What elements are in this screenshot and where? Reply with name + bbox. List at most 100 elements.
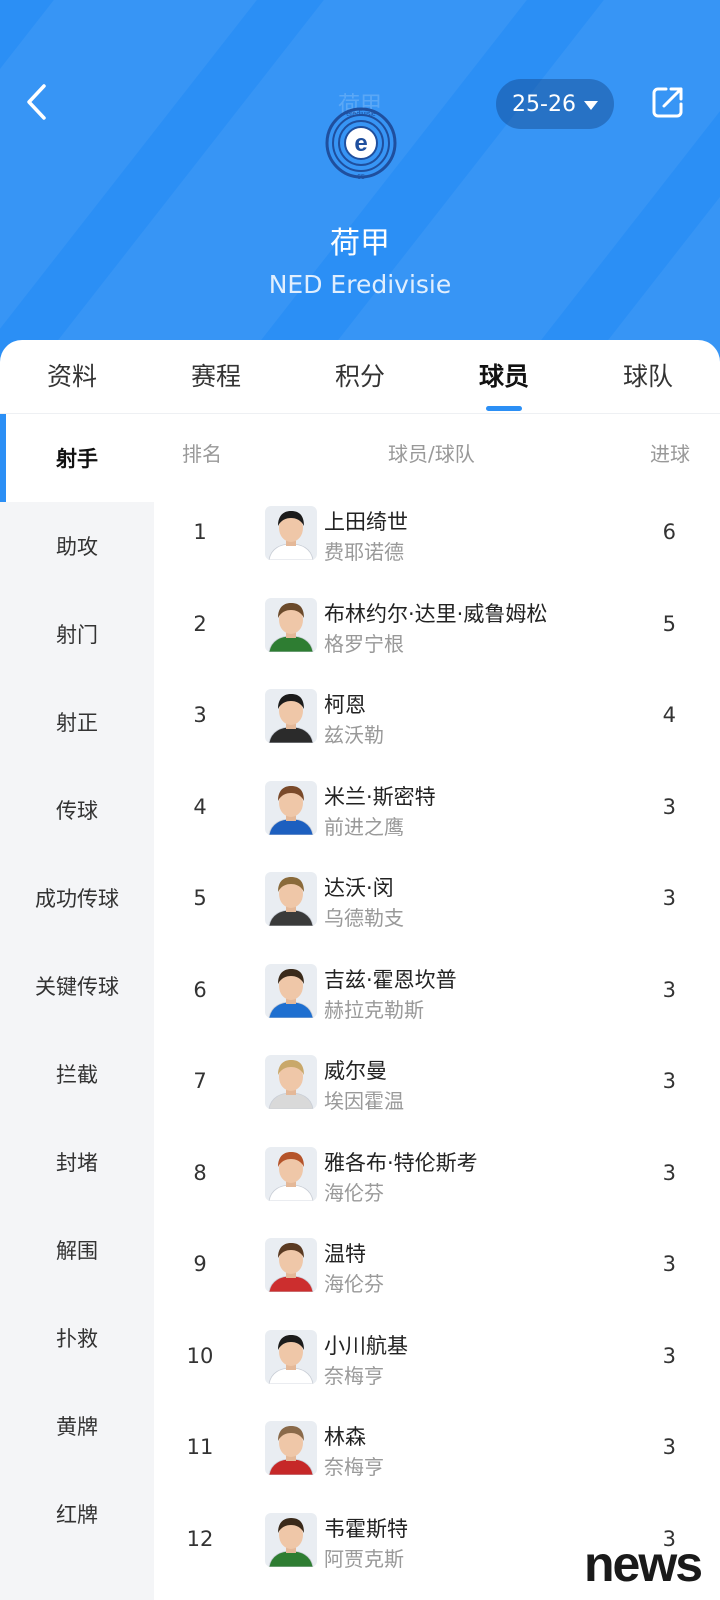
goals-count: 3 [662, 1160, 676, 1185]
column-goals: 进球 [650, 442, 690, 466]
player-headshot-icon [268, 694, 314, 743]
eredivisie-logo: e eredivisie 65 [325, 107, 397, 181]
share-button[interactable] [646, 80, 690, 124]
team-name: 海伦芬 [324, 1180, 384, 1205]
rank: 9 [193, 1252, 207, 1276]
team-name: 埃因霍温 [324, 1089, 404, 1113]
player-avatar [265, 872, 317, 926]
team-name: 奈梅亨 [324, 1363, 384, 1388]
svg-text:eredivisie: eredivisie [346, 111, 376, 118]
player-headshot-icon [268, 1334, 314, 1384]
player-headshot-icon [268, 877, 314, 926]
player-name: 林森 [324, 1425, 366, 1449]
goals-count: 5 [662, 611, 676, 636]
category-yellow-cards[interactable]: 黄牌 [0, 1382, 154, 1470]
player-name: 米兰·斯密特 [324, 784, 436, 809]
player-avatar [265, 1146, 317, 1201]
rank: 7 [193, 1069, 207, 1093]
player-name: 韦霍斯特 [324, 1516, 408, 1541]
tab-standings[interactable]: 积分 [288, 340, 432, 413]
player-name: 上田绮世 [324, 510, 408, 534]
player-row[interactable]: 8 雅各布·特伦斯考 海伦芬 3 [154, 1129, 720, 1221]
player-row[interactable]: 11 林森 奈梅亨 3 [154, 1403, 720, 1495]
team-name: 乌德勒支 [324, 906, 404, 930]
category-goals[interactable]: 射手 [0, 414, 154, 502]
player-row[interactable]: 4 米兰·斯密特 前进之鹰 3 [154, 763, 720, 855]
player-avatar [265, 1329, 317, 1384]
rank: 2 [193, 611, 207, 636]
player-headshot-icon [268, 511, 314, 560]
player-row[interactable]: 7 威尔曼 埃因霍温 3 [154, 1037, 720, 1129]
player-name: 雅各布·特伦斯考 [324, 1150, 478, 1175]
player-avatar [265, 1512, 317, 1567]
rank: 8 [193, 1160, 207, 1185]
news-watermark: news [584, 1536, 703, 1592]
category-assists[interactable]: 助攻 [0, 502, 154, 590]
goals-count: 6 [662, 520, 676, 544]
player-row[interactable]: 9 温特 海伦芬 3 [154, 1220, 720, 1312]
category-interceptions[interactable]: 拦截 [0, 1030, 154, 1118]
player-row[interactable]: 6 吉兹·霍恩坎普 赫拉克勒斯 3 [154, 946, 720, 1038]
tab-players[interactable]: 球员 [432, 340, 576, 413]
player-row[interactable]: 1 上田绮世 费耶诺德 6 [154, 488, 720, 580]
player-row[interactable]: 5 达沃·闵 乌德勒支 3 [154, 854, 720, 946]
category-saves[interactable]: 扑救 [0, 1294, 154, 1382]
player-headshot-icon [268, 1060, 314, 1109]
player-avatar [265, 780, 317, 835]
category-shots[interactable]: 射门 [0, 590, 154, 678]
player-avatar [265, 1421, 317, 1475]
rank: 1 [193, 520, 207, 544]
share-icon [652, 87, 683, 118]
team-name: 兹沃勒 [324, 723, 384, 747]
league-name-en: NED Eredivisie [268, 270, 452, 299]
category-clearances[interactable]: 解围 [0, 1206, 154, 1294]
player-headshot-icon [268, 1517, 314, 1567]
stat-category-list: 射手 助攻 射门 射正 传球 成功传球 关键传球 拦截 封堵 解围 扑救 黄牌 … [0, 414, 154, 1600]
team-name: 格罗宁根 [324, 631, 404, 656]
category-blocks[interactable]: 封堵 [0, 1118, 154, 1206]
goals-count: 3 [662, 886, 676, 910]
tab-schedule[interactable]: 赛程 [144, 340, 288, 413]
goals-count: 3 [662, 1252, 676, 1276]
tab-bar: 资料 赛程 积分 球员 球队 [0, 340, 720, 414]
svg-text:65: 65 [357, 174, 365, 181]
category-red-cards[interactable]: 红牌 [0, 1470, 154, 1558]
rank: 11 [186, 1435, 214, 1459]
player-name: 布林约尔·达里·威鲁姆松 [324, 601, 548, 626]
player-row[interactable]: 2 布林约尔·达里·威鲁姆松 格罗宁根 5 [154, 580, 720, 672]
player-headshot-icon [268, 968, 314, 1018]
player-name: 小川航基 [324, 1333, 408, 1358]
category-key-passes[interactable]: 关键传球 [0, 942, 154, 1030]
column-player-team: 球员/球队 [388, 442, 475, 466]
tab-teams[interactable]: 球队 [576, 340, 720, 413]
player-row[interactable]: 3 柯恩 兹沃勒 4 [154, 671, 720, 763]
rank: 10 [186, 1343, 214, 1368]
goals-count: 3 [662, 794, 676, 819]
player-avatar [265, 506, 317, 560]
season-selector[interactable]: 25-26 [496, 79, 614, 129]
team-name: 奈梅亨 [324, 1455, 384, 1479]
tab-info[interactable]: 资料 [0, 340, 144, 413]
player-avatar [265, 1238, 317, 1292]
player-name: 威尔曼 [324, 1059, 387, 1083]
category-passes[interactable]: 传球 [0, 766, 154, 854]
player-avatar [265, 963, 317, 1018]
table-header: 排名 球员/球队 进球 [154, 414, 720, 486]
category-successful-passes[interactable]: 成功传球 [0, 854, 154, 942]
league-header: 荷甲 25-26 e eredivisie 65 荷甲 NED Eredivis… [0, 0, 720, 370]
player-name: 温特 [324, 1242, 366, 1266]
goals-count: 4 [662, 703, 676, 727]
rank: 5 [193, 886, 207, 910]
player-row[interactable]: 10 小川航基 奈梅亨 3 [154, 1312, 720, 1404]
player-headshot-icon [268, 1243, 314, 1292]
player-avatar [265, 1055, 317, 1109]
player-headshot-icon [268, 785, 314, 835]
rank: 6 [193, 977, 207, 1002]
player-headshot-icon [268, 602, 314, 652]
goals-count: 3 [662, 977, 676, 1002]
team-name: 阿贾克斯 [324, 1546, 404, 1571]
category-shots-on-target[interactable]: 射正 [0, 678, 154, 766]
team-name: 前进之鹰 [324, 814, 404, 839]
rank: 3 [193, 703, 207, 727]
player-name: 柯恩 [324, 693, 366, 717]
